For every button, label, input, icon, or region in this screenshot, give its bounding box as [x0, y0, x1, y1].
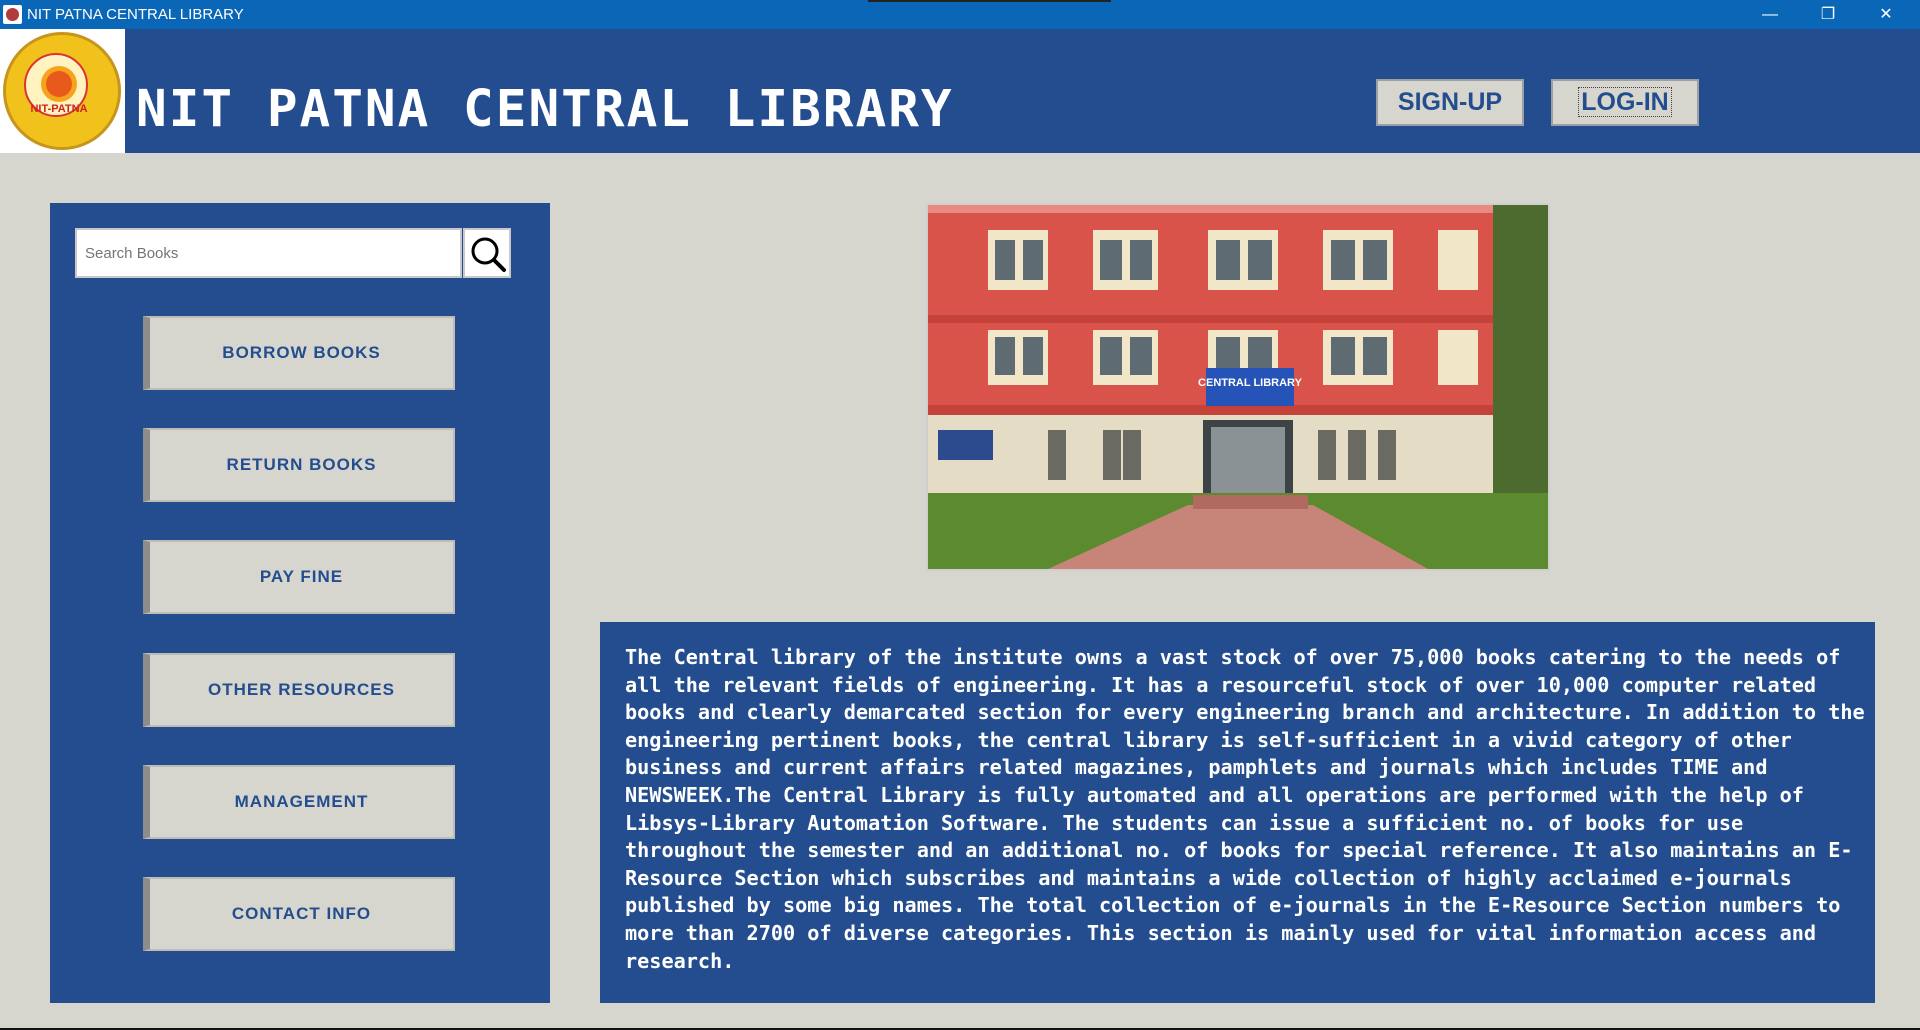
title-bar[interactable]: NIT PATNA CENTRAL LIBRARY — ❐ ✕: [0, 0, 1920, 29]
signup-button[interactable]: SIGN-UP: [1376, 79, 1524, 126]
search-input[interactable]: [75, 228, 462, 278]
window-title: NIT PATNA CENTRAL LIBRARY: [27, 6, 244, 23]
sidebar: BORROW BOOKS RETURN BOOKS PAY FINE OTHER…: [50, 203, 550, 1003]
minimize-button[interactable]: —: [1742, 0, 1798, 29]
library-building-photo: CENTRAL LIBRARY: [926, 203, 1550, 571]
logo-text: NIT-PATNA: [30, 103, 88, 115]
app-icon: [3, 5, 22, 24]
contact-info-button[interactable]: CONTACT INFO: [143, 877, 455, 951]
other-resources-button[interactable]: OTHER RESOURCES: [143, 653, 455, 727]
header: NIT-PATNA NIT PATNA CENTRAL LIBRARY SIGN…: [0, 29, 1920, 153]
login-button-label: LOG-IN: [1578, 87, 1672, 117]
library-description-text: The Central library of the institute own…: [625, 645, 1865, 973]
login-button[interactable]: LOG-IN: [1551, 79, 1699, 126]
maximize-button[interactable]: ❐: [1800, 0, 1856, 29]
library-description-panel: The Central library of the institute own…: [600, 622, 1875, 1003]
photo-sign-text: CENTRAL LIBRARY: [1198, 377, 1303, 389]
search-button[interactable]: [463, 228, 511, 278]
sun-emblem-icon: [46, 71, 72, 97]
return-books-button[interactable]: RETURN BOOKS: [143, 428, 455, 502]
drag-indicator: [868, 0, 1111, 2]
close-button[interactable]: ✕: [1858, 0, 1914, 29]
page-title: NIT PATNA CENTRAL LIBRARY: [136, 80, 954, 139]
nit-patna-logo: NIT-PATNA: [0, 29, 125, 153]
borrow-books-button[interactable]: BORROW BOOKS: [143, 316, 455, 390]
pay-fine-button[interactable]: PAY FINE: [143, 540, 455, 614]
magnifier-icon: [471, 237, 506, 272]
management-button[interactable]: MANAGEMENT: [143, 765, 455, 839]
